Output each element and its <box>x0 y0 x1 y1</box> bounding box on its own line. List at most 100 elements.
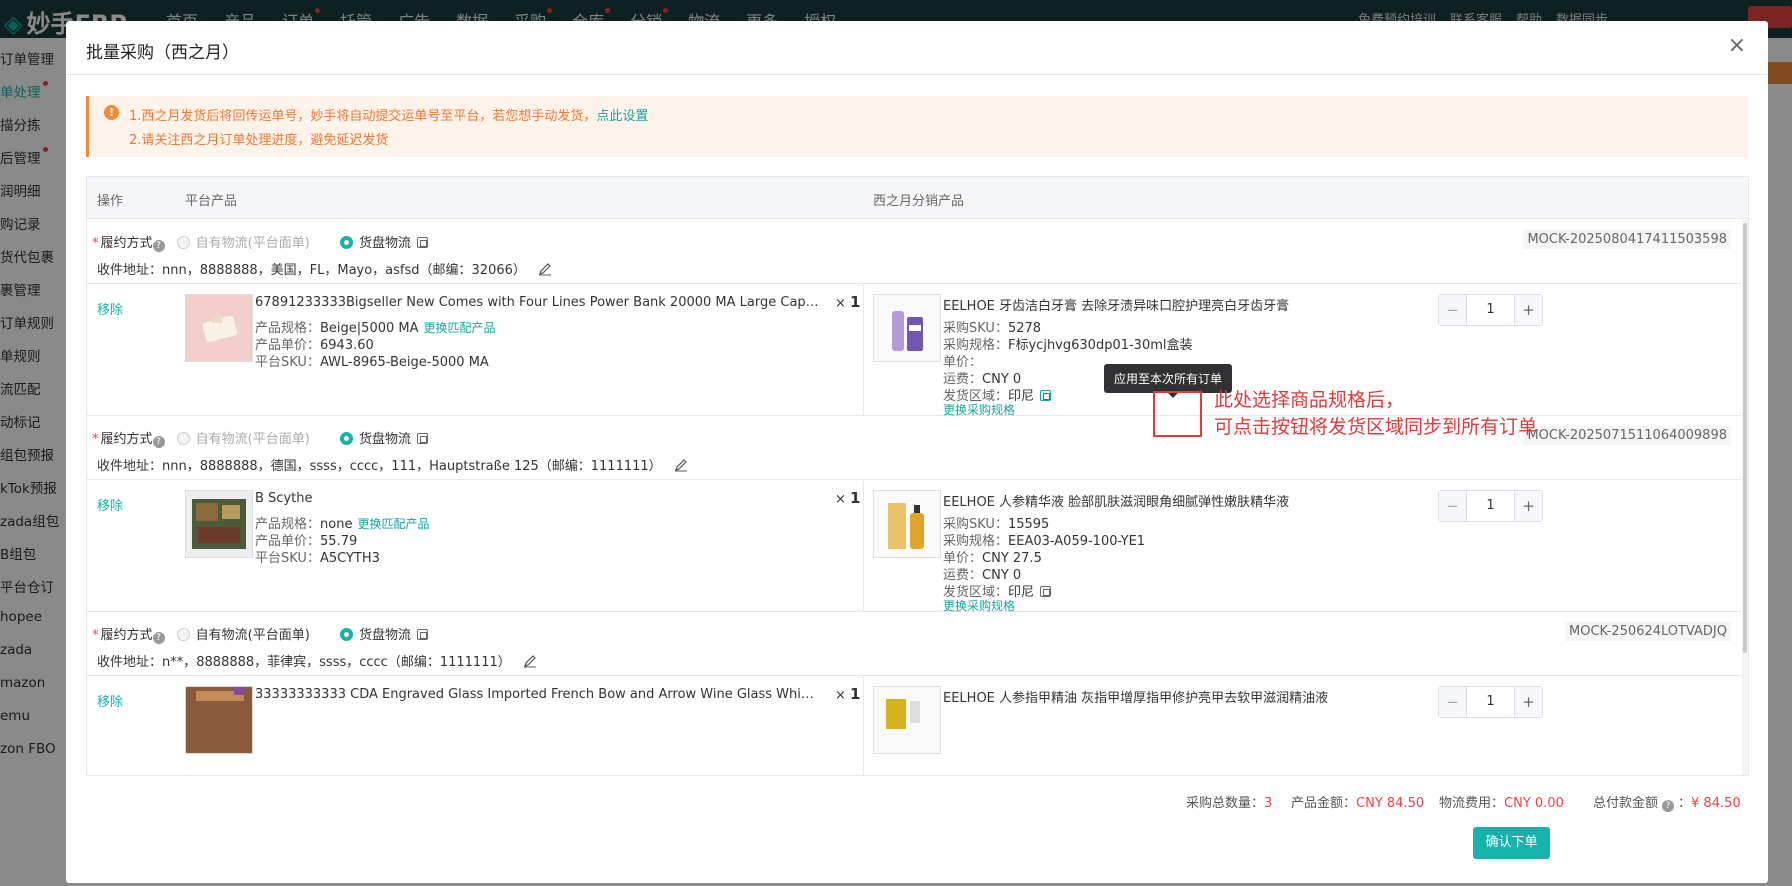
help-icon[interactable]: ? <box>1662 800 1675 812</box>
batch-purchase-modal: 批量采购（西之月） × ! 1.西之月发货后将回传运单号，妙手将自动提交运单号至… <box>66 21 1768 883</box>
platform-sku-value: AWL-8965-Beige-5000 MA <box>319 355 489 370</box>
remove-button[interactable]: 移除 <box>97 495 123 514</box>
product-title: 33333333333 CDA Engraved Glass Imported … <box>255 687 820 702</box>
product-title: B Scythe <box>255 491 313 506</box>
copy-icon[interactable] <box>416 629 428 640</box>
required-mark: * <box>92 432 99 447</box>
settings-link[interactable]: 点此设置 <box>596 109 648 124</box>
copy-icon[interactable] <box>416 237 428 248</box>
shipping-total-label: 物流费用： <box>1439 796 1505 811</box>
purchase-spec-value: F标ycjhvg630dp01-30ml盒装 <box>1008 338 1193 353</box>
quantity-stepper[interactable]: − 1 + <box>1438 490 1543 522</box>
quantity-value[interactable]: 1 <box>1467 687 1514 717</box>
qty-prefix: × <box>835 688 851 703</box>
edit-icon[interactable] <box>523 654 537 668</box>
edit-icon[interactable] <box>674 458 688 472</box>
order-id: MOCK-2025080417411503598 <box>1523 230 1731 249</box>
alert-line-2: 2.请关注西之月订单处理进度，避免延迟发货 <box>129 133 389 148</box>
supplier-image <box>873 686 941 754</box>
product-image <box>185 490 253 558</box>
platform-sku-value: A5CYTH3 <box>319 551 380 566</box>
shipping-total-value: CNY 0.00 <box>1504 796 1564 811</box>
help-icon[interactable]: ? <box>152 240 165 252</box>
help-icon[interactable]: ? <box>152 632 165 644</box>
platform-sku-label: 平台SKU： <box>255 551 320 566</box>
remove-button[interactable]: 移除 <box>97 299 123 318</box>
platform-sku: 平台SKU：A5CYTH3 <box>255 547 380 566</box>
supplier-title: EELHOE 牙齿洁白牙膏 去除牙渍异味口腔护理亮白牙齿牙膏 <box>943 299 1290 314</box>
supplier-image <box>873 490 941 558</box>
product-image <box>185 686 253 754</box>
fulfillment-label: 履约方式 <box>100 628 153 643</box>
self-logistics-radio[interactable] <box>176 628 190 641</box>
change-match-link[interactable]: 更换匹配产品 <box>357 517 429 531</box>
apply-all-tooltip: 应用至本次所有订单 <box>1104 364 1233 398</box>
fulfillment-row: * 履约方式? 自有物流(平台面单) 货盘物流 <box>92 624 428 644</box>
change-match-link[interactable]: 更换匹配产品 <box>424 321 496 335</box>
apply-all-copy-icon[interactable] <box>1040 586 1052 597</box>
col-supplier-product: 西之月分销产品 <box>873 194 965 209</box>
product-title: 67891233333Bigseller New Comes with Four… <box>255 295 820 310</box>
plus-button[interactable]: + <box>1514 687 1542 717</box>
address-row: 收件地址：nnn，8888888，德国，ssss，cccc，111，Haupts… <box>97 455 688 474</box>
copy-icon[interactable] <box>416 433 428 444</box>
remove-button[interactable]: 移除 <box>97 691 123 710</box>
total-qty-label: 采购总数量： <box>1186 796 1265 811</box>
confirm-order-button[interactable]: 确认下单 <box>1473 827 1550 859</box>
order-item: 移除 33333333333 CDA Engraved Glass Import… <box>87 677 1741 775</box>
grand-total-value: ¥ 84.50 <box>1691 796 1741 811</box>
stock-logistics-radio[interactable] <box>339 236 353 249</box>
supplier-image <box>873 294 941 362</box>
required-mark: * <box>92 236 99 251</box>
table-header: 操作 平台产品 西之月分销产品 <box>87 177 1748 219</box>
stock-logistics-label: 货盘物流 <box>358 628 411 643</box>
stock-logistics-radio[interactable] <box>339 432 353 445</box>
qty-value: 1 <box>850 685 861 703</box>
plus-button[interactable]: + <box>1514 295 1542 325</box>
column-divider <box>863 481 864 611</box>
quantity-stepper[interactable]: − 1 + <box>1438 686 1543 718</box>
address-label: 收件地址： <box>97 263 163 278</box>
supplier-title: EELHOE 人参精华液 脸部肌肤滋润眼角细腻弹性嫩肤精华液 <box>943 495 1290 510</box>
col-platform-product: 平台产品 <box>185 194 238 209</box>
grand-total-label: 总付款金额 <box>1593 796 1659 811</box>
self-logistics-radio[interactable] <box>176 236 190 249</box>
total-qty-value: 3 <box>1264 796 1273 811</box>
minus-button[interactable]: − <box>1439 491 1467 521</box>
quantity-value[interactable]: 1 <box>1467 295 1514 325</box>
edit-icon[interactable] <box>538 262 552 276</box>
self-logistics-radio[interactable] <box>176 432 190 445</box>
alert-line-1: 1.西之月发货后将回传运单号，妙手将自动提交运单号至平台，若您想手动发货，点此设… <box>129 105 648 124</box>
quantity: × 1 <box>835 293 860 311</box>
close-icon[interactable]: × <box>1728 33 1746 58</box>
qty-prefix: × <box>835 492 851 507</box>
platform-sku-label: 平台SKU： <box>255 355 320 370</box>
warning-icon: ! <box>104 105 119 120</box>
address-row: 收件地址：nnn，8888888，美国，FL，Mayo，asfsd（邮编：320… <box>97 259 552 278</box>
alert-text-1: 1.西之月发货后将回传运单号，妙手将自动提交运单号至平台，若您想手动发货， <box>129 109 597 124</box>
quantity-stepper[interactable]: − 1 + <box>1438 294 1543 326</box>
help-icon[interactable]: ? <box>152 436 165 448</box>
apply-all-copy-icon[interactable] <box>1040 390 1052 401</box>
fulfillment-row: * 履约方式? 自有物流(平台面单) 货盘物流 <box>92 232 428 252</box>
total-qty: 采购总数量：3 <box>1186 792 1272 811</box>
stock-logistics-radio[interactable] <box>339 628 353 641</box>
supplier-title: EELHOE 人参指甲精油 灰指甲增厚指甲修护亮甲去软甲滋润精油液 <box>943 691 1329 706</box>
qty-prefix: × <box>835 296 851 311</box>
plus-button[interactable]: + <box>1514 491 1542 521</box>
qty-value: 1 <box>850 489 861 507</box>
quantity-value[interactable]: 1 <box>1467 491 1514 521</box>
annotation-line-2: 可点击按钮将发货区域同步到所有订单 <box>1214 416 1538 438</box>
product-amount: 产品金额：CNY 84.50 <box>1291 792 1424 811</box>
minus-button[interactable]: − <box>1439 687 1467 717</box>
minus-button[interactable]: − <box>1439 295 1467 325</box>
col-action: 操作 <box>97 194 124 209</box>
scrollbar-thumb[interactable] <box>1743 223 1747 653</box>
stock-logistics-label: 货盘物流 <box>358 236 411 251</box>
address-value: nnn，8888888，美国，FL，Mayo，asfsd（邮编：32066） <box>162 263 526 278</box>
purchase-table: 操作 平台产品 西之月分销产品 * 履约方式? 自有物流(平台面单) 货盘物流 M… <box>86 176 1749 776</box>
product-image <box>185 294 253 362</box>
address-label: 收件地址： <box>97 655 163 670</box>
self-logistics-label: 自有物流(平台面单) <box>195 628 310 643</box>
address-value: nnn，8888888，德国，ssss，cccc，111，Hauptstraße… <box>162 459 662 474</box>
